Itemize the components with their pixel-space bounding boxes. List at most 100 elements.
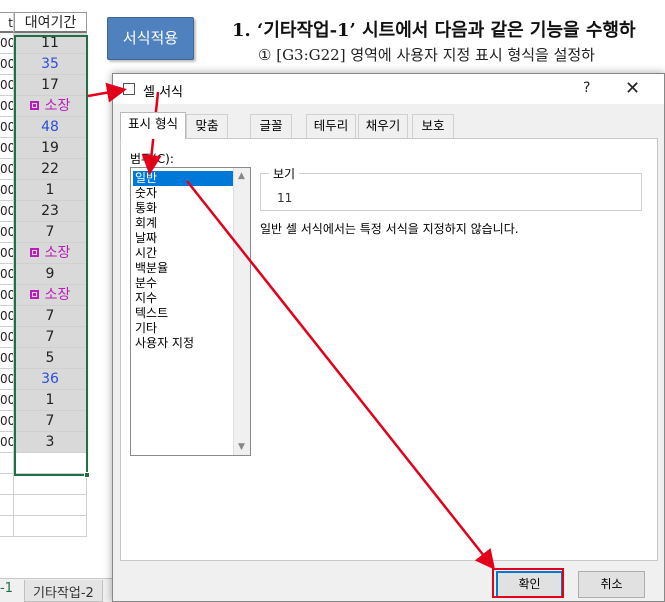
table-cell[interactable]: 11 [14, 33, 87, 54]
cell-value: 7 [45, 308, 55, 324]
sheet-cell-partial[interactable]: 00 [0, 348, 14, 369]
empty-cell[interactable] [14, 453, 87, 474]
cell-value: 19 [41, 140, 59, 156]
sheet-cell-partial[interactable]: 00 [0, 222, 14, 243]
fill-handle[interactable] [84, 472, 90, 478]
table-cell[interactable]: 35 [14, 54, 87, 75]
empty-cell[interactable] [0, 495, 14, 516]
table-cell[interactable]: 1 [14, 180, 87, 201]
table-cell[interactable]: 17 [14, 75, 87, 96]
table-cell[interactable]: 48 [14, 117, 87, 138]
sheet-cell-partial[interactable]: 00 [0, 264, 14, 285]
number-format-panel: 범주(C): ▲ ▼ 일반 숫자 통화 회계 날짜 시간 백분율 분수 지수 텍스트 기타 사용자 지… [120, 138, 658, 561]
cell-value: 소장 [44, 98, 71, 114]
column-header[interactable]: 대여기간 [14, 12, 87, 33]
table-cell[interactable]: 3 [14, 432, 87, 453]
sheet-cell-partial[interactable]: 00 [0, 390, 14, 411]
table-cell[interactable]: 23 [14, 201, 87, 222]
category-item[interactable]: 지수 [133, 291, 233, 306]
sheet-cell-partial[interactable]: 00 [0, 201, 14, 222]
empty-cell[interactable] [14, 516, 87, 537]
table-cell[interactable]: 소장 [14, 96, 87, 117]
task-title: 1. ‘기타작업-1’ 시트에서 다음과 같은 기능을 수행하 [232, 20, 636, 41]
category-item[interactable]: 백분율 [133, 261, 233, 276]
tab-number[interactable]: 표시 형식 [120, 112, 186, 139]
category-item[interactable]: 일반 [133, 171, 233, 186]
category-item[interactable]: 사용자 지정 [133, 336, 233, 351]
tab-protection[interactable]: 보호 [412, 114, 454, 138]
ok-button[interactable]: 확인 [496, 571, 563, 598]
category-item[interactable]: 통화 [133, 201, 233, 216]
sheet-cell-partial[interactable]: 00 [0, 54, 14, 75]
category-list[interactable]: ▲ ▼ 일반 숫자 통화 회계 날짜 시간 백분율 분수 지수 텍스트 기타 사용자 지정 [130, 167, 251, 456]
scroll-down-icon[interactable]: ▼ [238, 442, 245, 452]
format-apply-button[interactable]: 서식적용 [107, 17, 194, 60]
cell-value: 35 [41, 56, 59, 72]
cell-value: 1 [45, 392, 55, 408]
cell-value: 소장 [44, 287, 71, 303]
sheet-cell-partial[interactable]: 00 [0, 159, 14, 180]
cell-value: 11 [41, 35, 59, 51]
table-cell[interactable]: 36 [14, 369, 87, 390]
table-cell[interactable]: 소장 [14, 285, 87, 306]
close-icon[interactable]: ✕ [625, 78, 640, 99]
category-item[interactable]: 날짜 [133, 231, 233, 246]
cell-value: 소장 [44, 245, 71, 261]
cell-value: 1 [45, 182, 55, 198]
category-item[interactable]: 회계 [133, 216, 233, 231]
checkbox-square-icon [29, 101, 39, 110]
category-item[interactable]: 시간 [133, 246, 233, 261]
scroll-up-icon[interactable]: ▲ [238, 171, 245, 181]
cell-value: 5 [45, 350, 55, 366]
sheet-cell-partial[interactable]: 00 [0, 138, 14, 159]
table-cell[interactable]: 소장 [14, 243, 87, 264]
empty-cell[interactable] [0, 474, 14, 495]
sheet-cell-partial[interactable]: 00 [0, 411, 14, 432]
empty-cell[interactable] [14, 474, 87, 495]
tab-fill[interactable]: 채우기 [358, 114, 408, 138]
tab-border[interactable]: 테두리 [306, 114, 356, 138]
tab-font[interactable]: 글꼴 [250, 114, 292, 138]
app-icon [123, 83, 135, 95]
sheet-cell-partial[interactable]: 00 [0, 432, 14, 453]
sheet-cell-partial[interactable]: 00 [0, 75, 14, 96]
cancel-button[interactable]: 취소 [578, 571, 645, 598]
table-cell[interactable]: 1 [14, 390, 87, 411]
sheet-cell-partial[interactable]: 00 [0, 180, 14, 201]
help-icon[interactable]: ? [583, 80, 590, 96]
category-scrollbar[interactable]: ▲ ▼ [233, 168, 250, 455]
tab-alignment[interactable]: 맞춤 [186, 114, 228, 138]
empty-cell[interactable] [14, 495, 87, 516]
sheet-cell-partial[interactable]: 00 [0, 285, 14, 306]
empty-cell[interactable] [0, 453, 14, 474]
sheet-cell-partial[interactable]: 00 [0, 33, 14, 54]
empty-cell[interactable] [0, 516, 14, 537]
category-item[interactable]: 숫자 [133, 186, 233, 201]
table-cell[interactable]: 19 [14, 138, 87, 159]
table-cell[interactable]: 5 [14, 348, 87, 369]
sheet-cell-partial[interactable]: 00 [0, 96, 14, 117]
sheet-partial-column: t 00 00 00 00 00 00 00 00 00 00 00 00 00 00 00 00 00 00 00 0… [0, 12, 14, 537]
table-cell[interactable]: 7 [14, 327, 87, 348]
sheet-tab-current[interactable]: 기타작업-2 [24, 580, 103, 602]
table-cell[interactable]: 7 [14, 222, 87, 243]
table-cell[interactable]: 7 [14, 411, 87, 432]
cell-value: 23 [41, 203, 59, 219]
table-cell[interactable]: 7 [14, 306, 87, 327]
sheet-cell-partial[interactable]: 00 [0, 243, 14, 264]
sheet-cell-partial[interactable]: 00 [0, 369, 14, 390]
sheet-tab-prev[interactable]: -1 [0, 581, 13, 596]
category-item[interactable]: 텍스트 [133, 306, 233, 321]
table-cell[interactable]: 22 [14, 159, 87, 180]
sheet-cell-partial[interactable]: 00 [0, 117, 14, 138]
sheet-cell-partial[interactable]: t [0, 12, 14, 33]
category-item[interactable]: 분수 [133, 276, 233, 291]
table-cell[interactable]: 9 [14, 264, 87, 285]
sheet-cell-partial[interactable]: 00 [0, 306, 14, 327]
checkbox-square-icon [29, 290, 39, 299]
dialog-titlebar[interactable]: 셀 서식 ? ✕ [113, 74, 664, 104]
sheet-cell-partial[interactable]: 00 [0, 327, 14, 348]
category-item[interactable]: 기타 [133, 321, 233, 336]
cell-value: 7 [45, 224, 55, 240]
checkbox-square-icon [29, 248, 39, 257]
